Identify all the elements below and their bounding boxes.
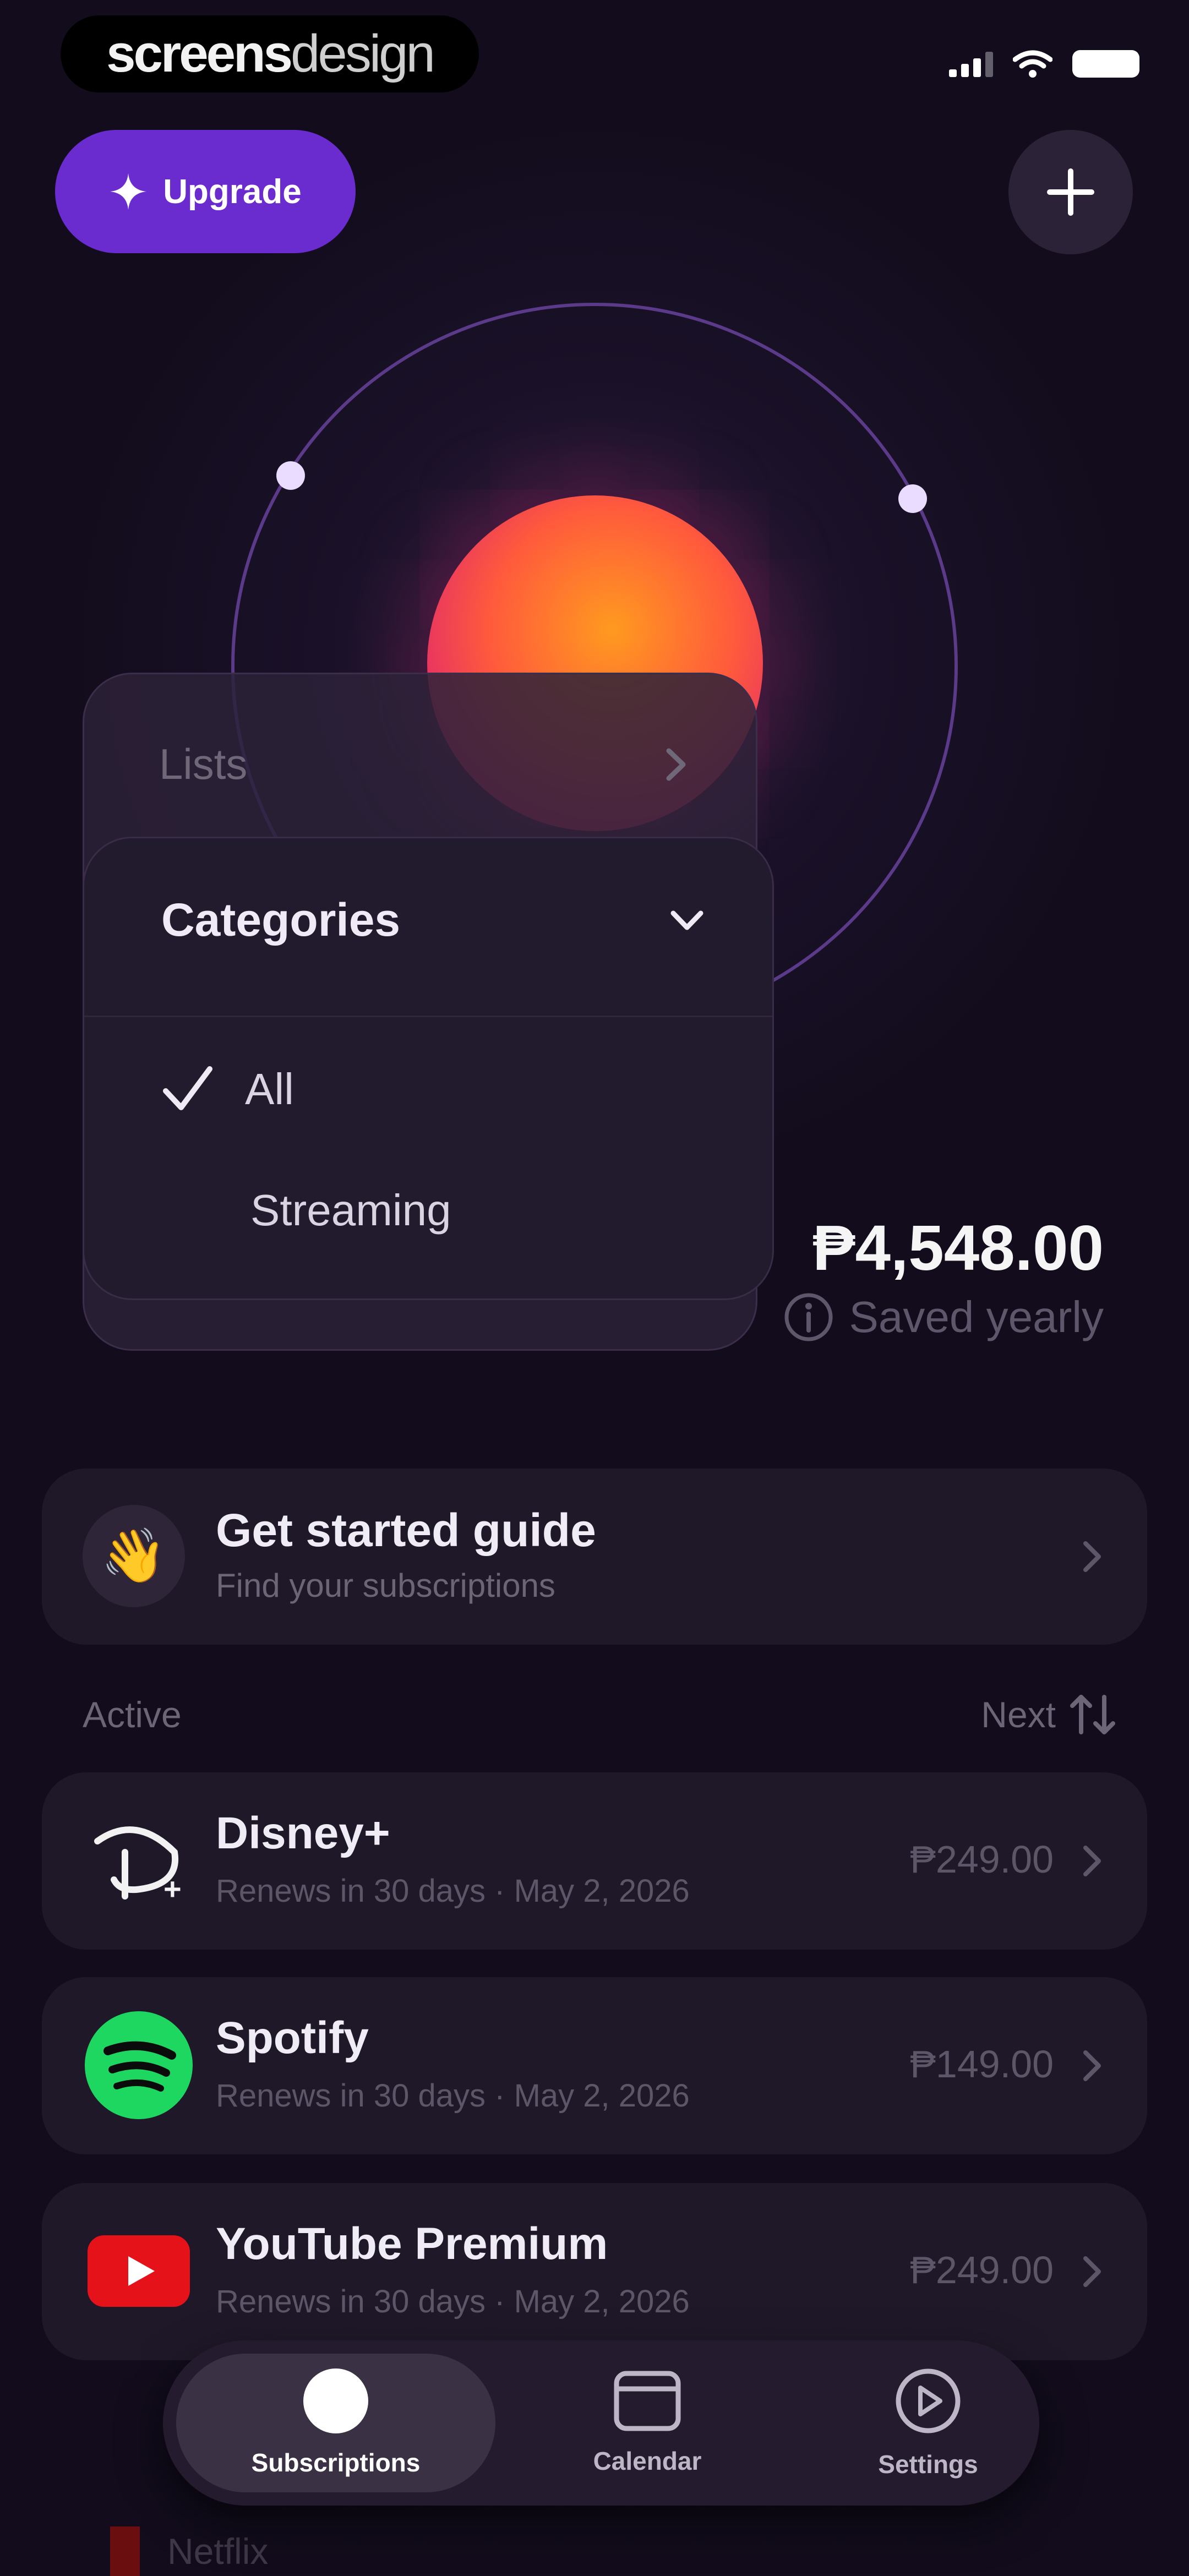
tab-label: Calendar bbox=[593, 2447, 702, 2475]
tab-subscriptions[interactable]: Subscriptions bbox=[176, 2354, 495, 2492]
category-item-all[interactable]: All bbox=[161, 1064, 294, 1115]
bottom-tab-bar: Subscriptions Calendar Settings bbox=[163, 2340, 1039, 2506]
subscription-renewal: Renews in 30 days · May 2, 2026 bbox=[216, 1873, 690, 1909]
category-label: Streaming bbox=[250, 1186, 451, 1235]
upgrade-button[interactable]: Upgrade bbox=[55, 130, 356, 253]
sort-icon bbox=[1070, 1695, 1115, 1734]
guide-title: Get started guide bbox=[216, 1504, 596, 1556]
subscription-row[interactable]: Spotify Renews in 30 days · May 2, 2026 … bbox=[42, 1977, 1147, 2154]
netflix-logo-icon bbox=[110, 2526, 140, 2576]
categories-label: Categories bbox=[161, 894, 401, 946]
section-title: Active bbox=[83, 1694, 182, 1735]
category-label: All bbox=[245, 1065, 294, 1114]
brand-bold: screens bbox=[106, 24, 293, 83]
lists-label: Lists bbox=[159, 740, 248, 788]
upgrade-label: Upgrade bbox=[163, 172, 302, 211]
plus-icon bbox=[1047, 168, 1094, 216]
categories-menu-card: Categories All Streaming bbox=[83, 837, 774, 1300]
subscription-row[interactable]: YouTube Premium Renews in 30 days · May … bbox=[42, 2183, 1147, 2360]
orbit-dot bbox=[898, 484, 927, 513]
chevron-right-icon bbox=[666, 748, 686, 781]
active-section-header: Active Next bbox=[83, 1693, 1117, 1737]
saved-label: Saved yearly bbox=[849, 1292, 1104, 1341]
brand-light: design bbox=[291, 24, 435, 83]
subscription-price: ₱149.00 bbox=[910, 2043, 1054, 2086]
chevron-right-icon bbox=[1083, 1541, 1101, 1572]
subscription-price: ₱249.00 bbox=[910, 1838, 1054, 1881]
subscription-name: Disney+ bbox=[216, 1808, 390, 1858]
next-subscription-name: Netflix bbox=[167, 2531, 269, 2572]
chevron-down-icon bbox=[670, 910, 703, 930]
settings-icon bbox=[896, 2368, 961, 2433]
wifi-icon bbox=[1013, 50, 1052, 78]
subscription-name: Spotify bbox=[216, 2013, 369, 2063]
lists-row[interactable]: Lists bbox=[159, 739, 690, 789]
orbit-dot bbox=[276, 461, 305, 490]
sparkle-icon bbox=[110, 173, 147, 210]
divider bbox=[84, 1016, 772, 1017]
youtube-logo-icon bbox=[84, 2216, 194, 2326]
get-started-guide-card[interactable]: 👋 Get started guide Find your subscripti… bbox=[42, 1469, 1147, 1645]
signal-icon bbox=[949, 51, 993, 77]
battery-icon bbox=[1072, 50, 1139, 78]
chevron-right-icon bbox=[1083, 1846, 1101, 1876]
chevron-right-icon bbox=[1083, 2256, 1101, 2287]
checkmark-icon bbox=[163, 1066, 212, 1110]
categories-header[interactable]: Categories bbox=[161, 893, 706, 947]
chevron-right-icon bbox=[1083, 2050, 1101, 2081]
guide-subtitle: Find your subscriptions bbox=[216, 1567, 555, 1604]
waving-hand-icon: 👋 bbox=[83, 1505, 185, 1607]
saved-amount: ₱4,548.00 bbox=[812, 1212, 1104, 1284]
add-subscription-button[interactable] bbox=[1008, 130, 1133, 254]
status-icons bbox=[949, 50, 1139, 78]
tab-settings[interactable]: Settings bbox=[873, 2340, 983, 2506]
disney-logo-icon: + bbox=[84, 1805, 194, 1915]
next-subscription-peek: Netflix bbox=[110, 2526, 268, 2576]
saved-label-row[interactable]: Saved yearly bbox=[782, 1291, 1104, 1344]
subscription-price: ₱249.00 bbox=[910, 2248, 1054, 2291]
tab-label: Settings bbox=[878, 2450, 978, 2479]
tab-label: Subscriptions bbox=[251, 2448, 421, 2477]
info-icon bbox=[784, 1293, 833, 1341]
subscription-row[interactable]: + Disney+ Renews in 30 days · May 2, 202… bbox=[42, 1772, 1147, 1950]
svg-text:+: + bbox=[163, 1871, 182, 1902]
tab-calendar[interactable]: Calendar bbox=[592, 2340, 702, 2506]
subscription-renewal: Renews in 30 days · May 2, 2026 bbox=[216, 2284, 690, 2320]
category-item-streaming[interactable]: Streaming bbox=[250, 1185, 451, 1236]
sort-button[interactable]: Next bbox=[981, 1693, 1117, 1737]
subscriptions-icon bbox=[303, 2368, 368, 2433]
sort-label: Next bbox=[981, 1694, 1056, 1735]
brand-watermark: screens design bbox=[61, 15, 479, 92]
spotify-logo-icon bbox=[84, 2010, 194, 2120]
calendar-icon bbox=[614, 2371, 681, 2431]
subscription-name: YouTube Premium bbox=[216, 2219, 608, 2269]
subscription-renewal: Renews in 30 days · May 2, 2026 bbox=[216, 2078, 690, 2114]
